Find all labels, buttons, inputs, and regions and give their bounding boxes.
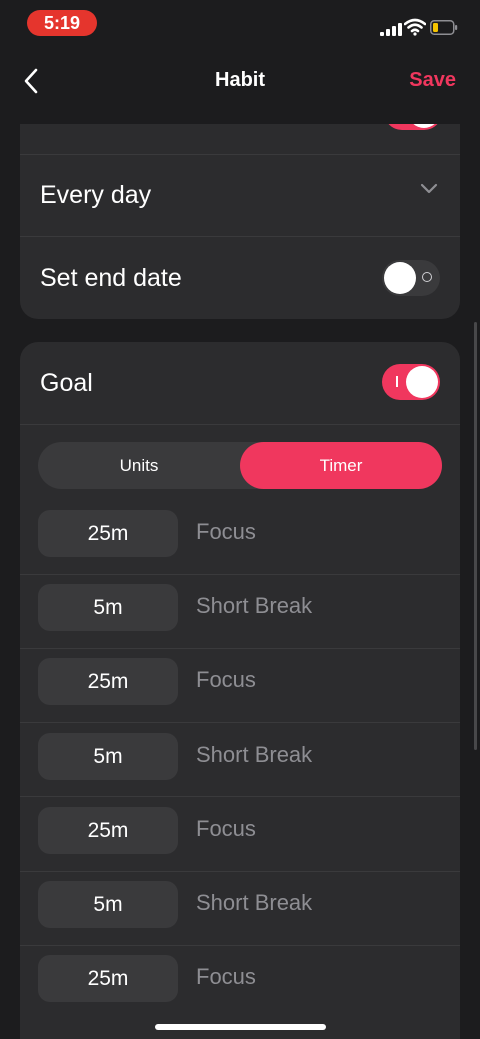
habit-screen: 5:19 Habit Save Every day Set end date G… bbox=[0, 0, 480, 1039]
goal-card: Goal Units Timer 25m Focus 5m Short Break 25… bbox=[20, 342, 460, 1039]
goal-toggle[interactable] bbox=[382, 364, 440, 400]
page-title: Habit bbox=[215, 69, 265, 91]
timer-item-row[interactable]: 5m Short Break bbox=[20, 871, 460, 945]
duration-pill[interactable]: 5m bbox=[38, 732, 178, 780]
wifi-icon bbox=[404, 18, 426, 36]
phase-label: Focus bbox=[196, 519, 256, 544]
timer-item-row[interactable]: 5m Short Break bbox=[20, 574, 460, 648]
timer-item-row[interactable]: 25m Focus bbox=[20, 648, 460, 722]
chevron-down-icon bbox=[420, 183, 438, 194]
signal-icon bbox=[380, 22, 402, 36]
phase-label: Short Break bbox=[196, 593, 313, 619]
timer-item-row[interactable]: 25m Focus bbox=[20, 797, 460, 871]
phase-label: Focus bbox=[196, 815, 256, 841]
divider bbox=[20, 424, 460, 425]
segment-timer[interactable]: Timer bbox=[240, 442, 442, 489]
repeat-toggle-partial[interactable] bbox=[384, 124, 442, 130]
duration-pill[interactable]: 5m bbox=[38, 881, 178, 928]
duration-pill[interactable]: 25m bbox=[38, 955, 178, 1003]
goal-type-segmented-control: Units Timer bbox=[38, 442, 442, 489]
timer-item-row[interactable]: 5m Short Break bbox=[20, 723, 460, 797]
duration-pill[interactable]: 5m bbox=[38, 584, 178, 632]
scroll-indicator[interactable] bbox=[474, 322, 477, 750]
frequency-row[interactable]: Every day bbox=[20, 155, 460, 236]
navigation-bar: Habit Save bbox=[0, 55, 480, 107]
repeat-card: Every day Set end date bbox=[20, 124, 460, 319]
phase-label: Focus bbox=[196, 964, 256, 990]
end-date-row: Set end date bbox=[20, 237, 460, 319]
battery-icon bbox=[430, 20, 458, 35]
frequency-label: Every day bbox=[40, 181, 152, 209]
timer-item-row[interactable]: 25m Focus bbox=[20, 500, 460, 574]
phase-label: Short Break bbox=[196, 890, 313, 915]
duration-pill[interactable]: 25m bbox=[38, 658, 178, 706]
home-indicator[interactable] bbox=[155, 1024, 326, 1030]
phase-label: Short Break bbox=[196, 741, 313, 767]
phase-label: Focus bbox=[196, 667, 256, 693]
end-date-label: Set end date bbox=[40, 264, 182, 292]
duration-pill[interactable]: 25m bbox=[38, 806, 178, 854]
timer-item-row[interactable]: 25m Focus bbox=[20, 945, 460, 1019]
duration-pill[interactable]: 25m bbox=[38, 510, 178, 557]
status-time: 5:19 bbox=[27, 10, 97, 36]
goal-row: Goal bbox=[20, 342, 460, 424]
segment-units[interactable]: Units bbox=[38, 442, 240, 489]
status-bar: 5:19 bbox=[0, 0, 480, 48]
end-date-toggle[interactable] bbox=[382, 260, 440, 296]
save-button[interactable]: Save bbox=[409, 69, 456, 92]
goal-label: Goal bbox=[40, 369, 93, 397]
